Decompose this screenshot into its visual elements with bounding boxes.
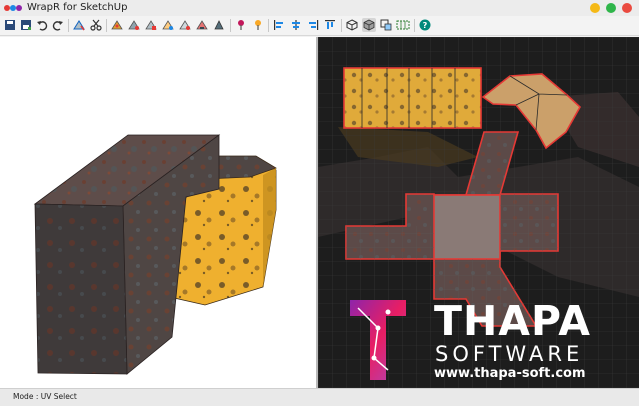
app-logo-icon xyxy=(4,5,22,11)
app-window: WrapR for SketchUp ? THAPA SOFTWARE www.… xyxy=(0,0,639,406)
unwrap-auto-icon[interactable] xyxy=(212,18,226,32)
pin-alt-icon[interactable] xyxy=(251,18,265,32)
close-button[interactable] xyxy=(622,3,632,13)
unwrap-sphere-icon[interactable] xyxy=(178,18,192,32)
brand-overlay: THAPA SOFTWARE www.thapa-soft.com xyxy=(348,297,592,384)
cube-outline-icon[interactable] xyxy=(345,18,359,32)
align-center-icon[interactable] xyxy=(289,18,303,32)
unwrap-planar-icon[interactable] xyxy=(127,18,141,32)
model-3d-render[interactable] xyxy=(0,37,316,388)
uv-grid-icon[interactable] xyxy=(396,18,410,32)
window-title: WrapR for SketchUp xyxy=(27,2,128,13)
cut-seam-icon[interactable] xyxy=(89,18,103,32)
align-top-icon[interactable] xyxy=(323,18,337,32)
unwrap-cone-icon[interactable] xyxy=(195,18,209,32)
zoom-button[interactable] xyxy=(606,3,616,13)
cube-solid-icon[interactable] xyxy=(362,18,376,32)
thapa-logo-icon xyxy=(350,300,406,380)
svg-text:?: ? xyxy=(423,21,428,30)
redo-icon[interactable] xyxy=(51,18,65,32)
save-icon[interactable] xyxy=(19,18,33,32)
toolbar: ? xyxy=(0,16,639,36)
viewport-3d[interactable] xyxy=(0,37,316,388)
status-mode: Mode : UV Select xyxy=(13,392,77,401)
brand-name: THAPA xyxy=(434,297,592,345)
align-left-icon[interactable] xyxy=(272,18,286,32)
uv-editor[interactable]: THAPA SOFTWARE www.thapa-soft.com xyxy=(318,37,639,388)
title-bar: WrapR for SketchUp xyxy=(0,0,639,16)
brand-url[interactable]: www.thapa-soft.com xyxy=(434,366,586,381)
uv-map-icon[interactable] xyxy=(379,18,393,32)
pin-icon[interactable] xyxy=(234,18,248,32)
brand-subtitle: SOFTWARE xyxy=(435,342,584,366)
unwrap-box-icon[interactable] xyxy=(144,18,158,32)
minimize-button[interactable] xyxy=(590,3,600,13)
status-bar: Mode : UV Select xyxy=(0,388,639,406)
unwrap-icon[interactable] xyxy=(110,18,124,32)
unwrap-cylinder-icon[interactable] xyxy=(161,18,175,32)
open-icon[interactable] xyxy=(3,18,17,32)
undo-icon[interactable] xyxy=(35,18,49,32)
help-icon[interactable]: ? xyxy=(418,18,432,32)
align-right-icon[interactable] xyxy=(306,18,320,32)
select-edges-icon[interactable] xyxy=(72,18,86,32)
